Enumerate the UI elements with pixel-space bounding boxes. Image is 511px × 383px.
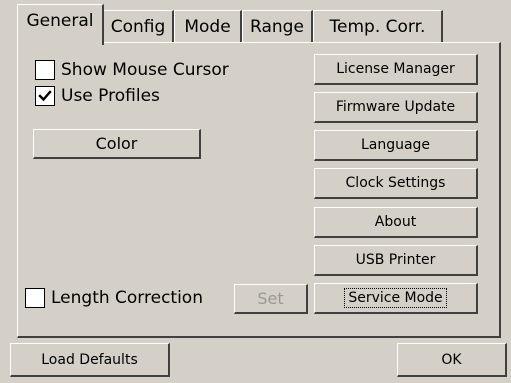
language-label: Language (360, 137, 431, 153)
about-button[interactable]: About (314, 207, 478, 238)
usb-printer-label: USB Printer (355, 252, 436, 268)
use-profiles-label: Use Profiles (61, 86, 160, 106)
tab-config[interactable]: Config (103, 10, 174, 42)
service-mode-button[interactable]: Service Mode (314, 283, 478, 314)
ok-button[interactable]: OK (397, 343, 507, 377)
settings-dialog: Config Mode Range Temp. Corr. General Sh… (0, 0, 511, 383)
tab-mode[interactable]: Mode (174, 10, 242, 42)
clock-settings-label: Clock Settings (345, 175, 446, 191)
tab-temp-corr[interactable]: Temp. Corr. (313, 10, 443, 42)
set-button-label: Set (257, 289, 284, 308)
service-mode-label: Service Mode (344, 288, 447, 308)
length-correction-checkbox[interactable]: Length Correction (25, 288, 203, 308)
firmware-update-button[interactable]: Firmware Update (314, 92, 478, 123)
tab-range[interactable]: Range (242, 10, 313, 42)
usb-printer-button[interactable]: USB Printer (314, 245, 478, 276)
clock-settings-button[interactable]: Clock Settings (314, 168, 478, 199)
color-button[interactable]: Color (33, 129, 201, 159)
checkmark-icon (38, 90, 52, 102)
show-mouse-cursor-box[interactable] (35, 60, 55, 80)
use-profiles-box[interactable] (35, 86, 55, 106)
load-defaults-label: Load Defaults (41, 351, 138, 368)
length-correction-box[interactable] (25, 288, 45, 308)
use-profiles-checkbox[interactable]: Use Profiles (35, 86, 160, 106)
license-manager-button[interactable]: License Manager (314, 54, 478, 85)
show-mouse-cursor-label: Show Mouse Cursor (61, 60, 229, 80)
load-defaults-button[interactable]: Load Defaults (10, 343, 170, 377)
license-manager-label: License Manager (336, 61, 455, 77)
color-button-label: Color (95, 134, 138, 153)
firmware-update-label: Firmware Update (335, 99, 456, 115)
set-button: Set (234, 284, 308, 314)
length-correction-label: Length Correction (51, 288, 203, 308)
show-mouse-cursor-checkbox[interactable]: Show Mouse Cursor (35, 60, 229, 80)
tab-general[interactable]: General (17, 4, 104, 45)
language-button[interactable]: Language (314, 130, 478, 161)
about-label: About (374, 214, 417, 230)
ok-label: OK (441, 351, 462, 368)
